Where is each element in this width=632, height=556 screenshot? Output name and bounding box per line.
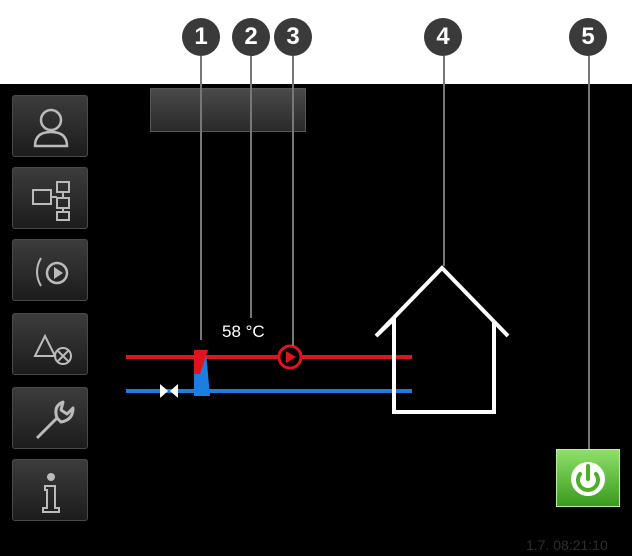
callout-2: 2 — [232, 18, 270, 56]
callout-1: 1 — [182, 18, 220, 56]
callout-4-leader — [443, 56, 445, 266]
callout-5: 5 — [569, 18, 607, 56]
callout-3: 3 — [274, 18, 312, 56]
callout-1-leader — [200, 56, 202, 340]
callout-5-leader — [588, 56, 590, 456]
callout-2-leader — [250, 56, 252, 318]
callout-4: 4 — [424, 18, 462, 56]
power-icon — [571, 462, 605, 496]
pump-symbol-icon — [277, 344, 303, 370]
clock: 1.7. 08:21:10 — [526, 537, 608, 553]
power-button[interactable] — [556, 449, 620, 507]
house-icon — [374, 265, 510, 414]
callout-3-leader — [292, 56, 294, 346]
hydraulic-diagram — [126, 265, 510, 414]
flow-temperature: 58 °C — [222, 322, 265, 341]
